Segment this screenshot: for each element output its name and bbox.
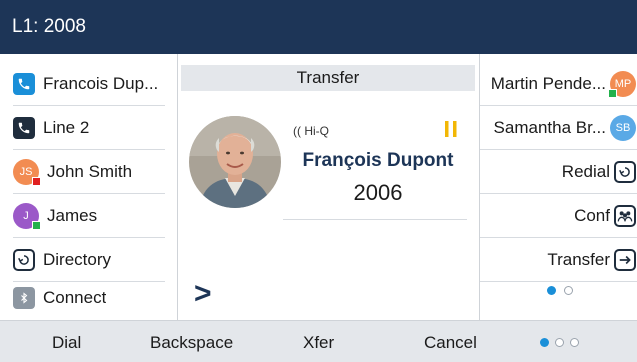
speed-dial-samantha[interactable]: Samantha Br... SB xyxy=(480,106,637,150)
caller-number: 2006 xyxy=(353,180,403,205)
dial-prompt: > xyxy=(194,277,212,310)
transfer-key[interactable]: Transfer xyxy=(480,238,637,282)
line-key-line-2[interactable]: Line 2 xyxy=(13,106,165,150)
call-screen-title: Transfer xyxy=(181,65,475,91)
hold-icon xyxy=(445,121,457,142)
speed-dial-james[interactable]: J James xyxy=(13,194,165,238)
avatar: SB xyxy=(610,114,636,141)
speed-dial-label: Samantha Br... xyxy=(493,117,606,137)
presence-busy-icon xyxy=(32,176,41,186)
page-dot xyxy=(564,286,573,295)
speed-dial-martin[interactable]: Martin Pende... MP xyxy=(480,62,637,106)
presence-available-icon xyxy=(32,220,41,230)
connect-label: Connect xyxy=(43,288,107,307)
transfer-label: Transfer xyxy=(547,249,610,269)
divider xyxy=(283,219,467,220)
line-key-label: Line 2 xyxy=(43,117,90,137)
page-indicator[interactable] xyxy=(547,286,573,295)
caller-name: François Dupont xyxy=(302,150,454,171)
directory-label: Directory xyxy=(43,249,112,269)
line-label: L1: 2008 xyxy=(12,16,86,37)
status-bar: L1: 2008 xyxy=(0,0,637,54)
backspace-softkey[interactable]: Backspace xyxy=(150,333,233,353)
avatar: MP xyxy=(608,70,636,98)
line-key-label: Francois Dup... xyxy=(43,73,159,93)
redial-icon xyxy=(614,160,636,183)
avatar-initials: JS xyxy=(19,165,33,178)
avatar: J xyxy=(13,202,41,230)
phone-icon xyxy=(13,72,35,95)
hiq-label: Hi-Q xyxy=(304,124,330,138)
avatar-initials: SB xyxy=(615,121,631,134)
conference-label: Conf xyxy=(574,205,610,225)
call-panel: Transfer (( Hi-Q François Dupont 2006 > xyxy=(179,54,478,320)
caller-photo xyxy=(189,116,281,208)
right-softkey-column: Martin Pende... MP Samantha Br... SB Red… xyxy=(479,54,637,320)
cancel-softkey[interactable]: Cancel xyxy=(424,333,477,353)
phone-icon xyxy=(13,116,35,139)
bluetooth-icon xyxy=(13,287,35,309)
speed-dial-label: Martin Pende... xyxy=(490,73,606,93)
hd-audio-icon: (( xyxy=(293,124,301,138)
redial-key[interactable]: Redial xyxy=(480,150,637,194)
softkey-bar: Dial Backspace Xfer Cancel xyxy=(0,320,637,362)
hiq-badge: (( Hi-Q xyxy=(293,124,329,138)
left-softkey-column: Francois Dup... Line 2 JS John Smith J J… xyxy=(0,54,178,320)
page-dot-active xyxy=(547,286,556,295)
line-key-francois[interactable]: Francois Dup... xyxy=(13,62,165,106)
directory-icon xyxy=(13,248,35,271)
page-dot xyxy=(570,338,579,347)
conference-icon xyxy=(614,204,636,227)
page-dot xyxy=(555,338,564,347)
conference-key[interactable]: Conf xyxy=(480,194,637,238)
avatar-initials: J xyxy=(23,209,29,222)
avatar-initials: MP xyxy=(614,77,632,90)
dial-softkey[interactable]: Dial xyxy=(52,333,81,353)
speed-dial-label: John Smith xyxy=(47,161,133,181)
xfer-softkey[interactable]: Xfer xyxy=(303,333,334,353)
connect-key[interactable]: Connect xyxy=(13,276,165,320)
page-dot-active xyxy=(540,338,549,347)
presence-available-icon xyxy=(608,88,617,98)
transfer-icon xyxy=(614,248,636,271)
speed-dial-label: James xyxy=(47,205,98,225)
redial-label: Redial xyxy=(561,161,610,181)
avatar: JS xyxy=(13,158,41,186)
softkey-page-indicator[interactable] xyxy=(540,338,579,347)
speed-dial-john-smith[interactable]: JS John Smith xyxy=(13,150,165,194)
